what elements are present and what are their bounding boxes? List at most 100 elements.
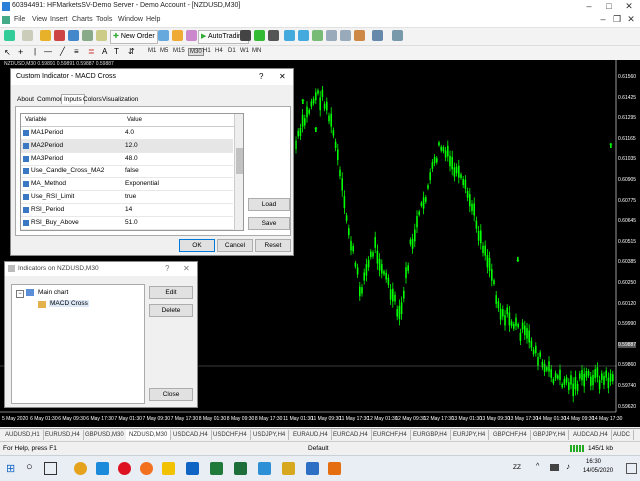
chart-shift-icon[interactable] [326,30,337,41]
search-icon[interactable]: ○ [26,461,33,473]
trendline-icon[interactable]: ╱ [60,47,65,56]
tree-macd-cross[interactable]: MACD Cross [49,300,89,307]
horizontal-line-icon[interactable]: — [44,47,52,56]
symbol-tab[interactable]: NZDUSD,M30 [126,430,172,440]
zoom-out-icon[interactable] [298,30,309,41]
firefox-icon[interactable] [140,462,153,475]
language-indicator[interactable]: ZZ [513,464,521,471]
app-icon-3[interactable] [328,462,341,475]
terminal-icon[interactable] [82,30,93,41]
scrollbar-thumb[interactable] [236,148,243,174]
experts-icon[interactable] [186,30,197,41]
symbol-tab[interactable]: AUDC [610,430,635,440]
app-icon-2[interactable] [282,462,295,475]
save-button[interactable]: Save [248,217,290,230]
symbol-tab[interactable]: EURJPY,H4 [450,430,490,440]
child-restore-icon[interactable]: ❐ [610,14,624,25]
opera-icon[interactable] [118,462,131,475]
file-explorer-icon[interactable] [162,462,175,475]
label-tool-icon[interactable]: T [114,47,119,56]
input-value[interactable]: 12.0 [125,142,138,149]
data-window-icon[interactable] [54,30,65,41]
calculator-icon[interactable] [210,462,223,475]
menu-window[interactable]: Window [118,16,143,23]
maximize-icon[interactable]: □ [602,1,616,12]
input-value[interactable]: 48.0 [125,155,138,162]
collapse-icon[interactable]: − [16,290,24,298]
input-value[interactable]: false [125,167,139,174]
input-row[interactable]: RSI_Buy_Above 51.0 [21,217,233,230]
tab-visualization[interactable]: Visualization [102,96,138,103]
input-row[interactable]: MA2Period 12.0 [21,139,233,153]
tab-colors[interactable]: Colors [83,96,102,103]
ok-button[interactable]: OK [179,239,215,252]
cursor-icon[interactable]: ↖ [4,48,11,57]
close-icon[interactable]: ✕ [622,1,636,12]
tf-h1[interactable]: H1 [203,48,211,54]
crosshair-icon[interactable]: + [18,47,23,57]
symbol-tab[interactable]: GBPCHF,H4 [490,430,531,440]
tab-about[interactable]: About [17,96,34,103]
new-order-button[interactable]: ✚ New Order [110,30,158,44]
signals-icon[interactable] [172,30,183,41]
edit-button[interactable]: Edit [149,286,193,299]
vertical-line-icon[interactable]: | [34,47,36,56]
periods-icon[interactable] [372,30,383,41]
chrome-icon[interactable] [74,462,87,475]
indicators-icon[interactable] [354,30,365,41]
input-value[interactable]: Exponential [125,180,159,187]
delete-button[interactable]: Delete [149,304,193,317]
tf-m15[interactable]: M15 [173,48,185,54]
reset-button[interactable]: Reset [255,239,291,252]
notifications-icon[interactable] [626,463,637,474]
tf-w1[interactable]: W1 [240,48,249,54]
close-icon[interactable]: ✕ [183,264,190,273]
autoscroll-icon[interactable] [340,30,351,41]
tf-m1[interactable]: M1 [148,48,156,54]
excel-icon[interactable] [234,462,247,475]
scrollbar[interactable] [234,114,243,230]
volume-icon[interactable]: ♪ [566,462,570,471]
menu-insert[interactable]: Insert [50,16,68,23]
symbol-tab[interactable]: AUDUSD,H1 [2,430,44,440]
navigator-icon[interactable] [68,30,79,41]
zoom-in-icon[interactable] [284,30,295,41]
app-icon-1[interactable] [258,462,271,475]
task-view-icon[interactable] [44,462,57,475]
battery-icon[interactable] [550,464,559,471]
symbol-tab[interactable]: USDCHF,H4 [210,430,251,440]
tf-h4[interactable]: H4 [215,48,223,54]
tile-windows-icon[interactable] [312,30,323,41]
tab-common[interactable]: Common [37,96,63,103]
line-chart-icon[interactable] [268,30,279,41]
tf-m30[interactable]: M30 [188,48,204,56]
fibonacci-icon[interactable]: ≣ [88,47,95,56]
input-row[interactable]: MA1Period 4.0 [21,127,233,140]
channel-icon[interactable]: ≡ [74,47,79,56]
help-icon[interactable]: ? [259,72,263,81]
tray-chevron-icon[interactable]: ^ [536,463,539,470]
menu-view[interactable]: View [32,16,47,23]
market-watch-icon[interactable] [40,30,51,41]
input-row[interactable]: MA_Method Exponential [21,178,233,192]
close-button[interactable]: Close [149,388,193,401]
text-tool-icon[interactable]: A [102,47,107,56]
profiles-icon[interactable] [22,30,33,41]
new-chart-icon[interactable] [4,30,15,41]
menu-charts[interactable]: Charts [72,16,93,23]
child-minimize-icon[interactable]: – [596,14,610,25]
input-value[interactable]: 51.0 [125,219,138,226]
input-row[interactable]: MA3Period 48.0 [21,153,233,166]
input-value[interactable]: 4.0 [125,129,134,136]
templates-icon[interactable] [392,30,403,41]
symbol-tab[interactable]: USDCAD,H4 [170,430,212,440]
clock-time[interactable]: 16:30 [586,459,601,465]
tab-inputs[interactable]: Inputs [61,94,85,104]
mail-icon[interactable] [186,462,199,475]
bar-chart-icon[interactable] [240,30,251,41]
tester-icon[interactable] [96,30,107,41]
symbol-tab[interactable]: GBPJPY,H4 [530,430,570,440]
symbol-tab[interactable]: GBPUSD,M30 [82,430,128,440]
tf-m5[interactable]: M5 [160,48,168,54]
candlestick-icon[interactable] [254,30,265,41]
